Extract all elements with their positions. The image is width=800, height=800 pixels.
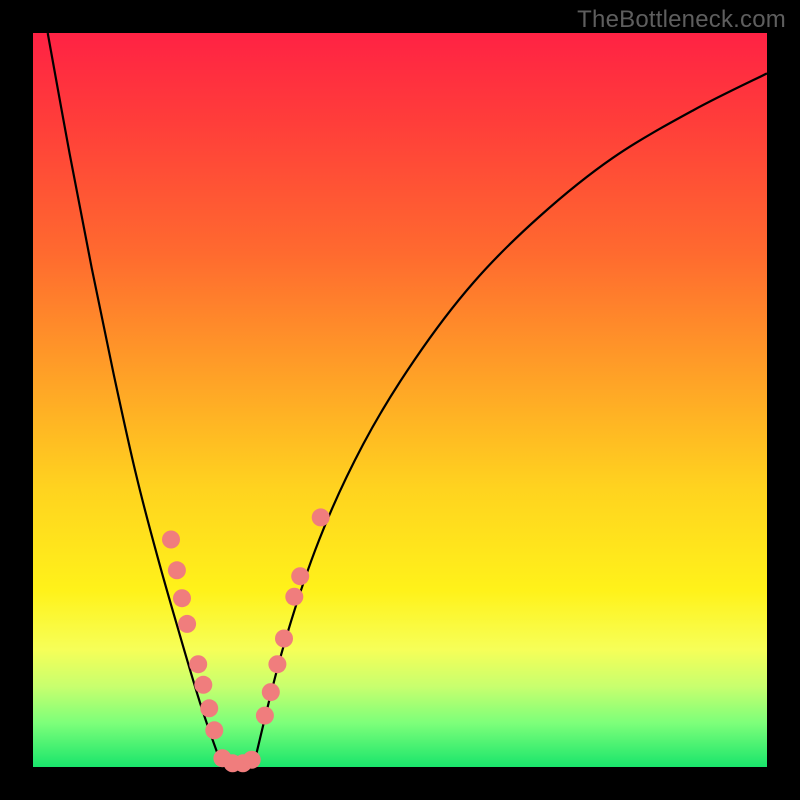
- data-marker: [162, 531, 180, 549]
- data-marker: [200, 699, 218, 717]
- chart-svg: [33, 33, 767, 767]
- data-marker: [178, 615, 196, 633]
- data-marker: [194, 676, 212, 694]
- data-marker: [312, 508, 330, 526]
- curve-right: [253, 73, 767, 767]
- data-marker: [173, 589, 191, 607]
- data-marker: [268, 655, 286, 673]
- data-marker: [262, 683, 280, 701]
- chart-stage: TheBottleneck.com: [0, 0, 800, 800]
- data-marker: [168, 561, 186, 579]
- data-marker: [285, 588, 303, 606]
- data-marker: [291, 567, 309, 585]
- watermark-text: TheBottleneck.com: [577, 6, 786, 34]
- data-marker: [256, 707, 274, 725]
- data-markers: [162, 508, 330, 772]
- data-marker: [243, 751, 261, 769]
- data-marker: [205, 721, 223, 739]
- data-marker: [189, 655, 207, 673]
- data-marker: [275, 630, 293, 648]
